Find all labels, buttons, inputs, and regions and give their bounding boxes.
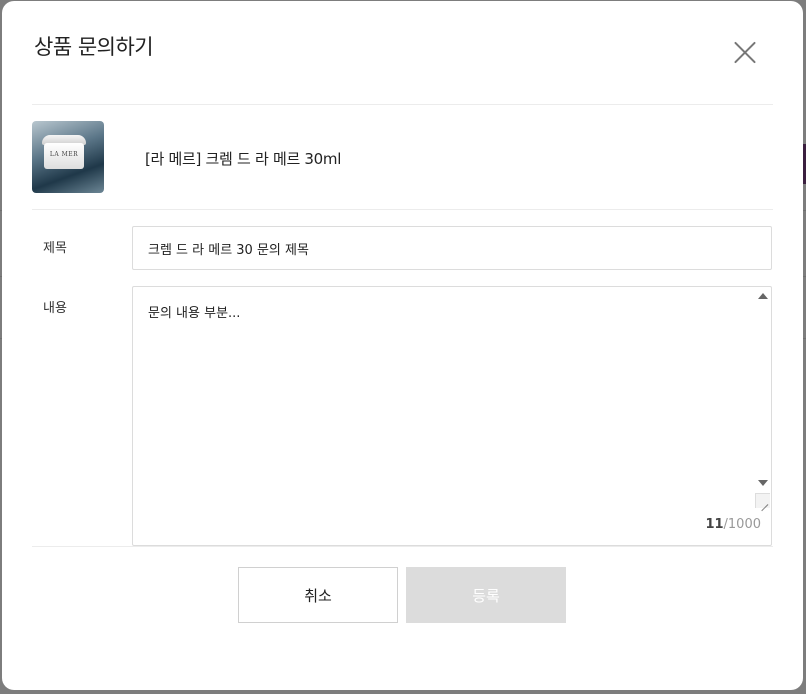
submit-button[interactable]: 등록 — [406, 567, 566, 623]
char-counter: 11/1000 — [705, 517, 761, 532]
cancel-button[interactable]: 취소 — [238, 567, 398, 623]
char-count-max: /1000 — [723, 517, 761, 532]
product-logo: LA MER — [49, 151, 79, 158]
product-divider — [32, 209, 773, 210]
inquiry-modal: 상품 문의하기 LA MER [라 메르] 크렘 드 라 메르 30ml 제목 … — [2, 1, 803, 690]
header-divider — [32, 104, 773, 105]
close-icon[interactable] — [730, 37, 760, 67]
modal-title: 상품 문의하기 — [34, 35, 154, 59]
content-field: 문의 내용 부분... 11/1000 — [132, 286, 772, 546]
product-thumbnail: LA MER — [32, 121, 104, 193]
title-input[interactable] — [132, 226, 772, 270]
char-count-current: 11 — [705, 517, 724, 532]
scroll-down-arrow-icon[interactable] — [758, 480, 768, 486]
content-textarea[interactable]: 문의 내용 부분... — [133, 287, 753, 507]
form-divider — [32, 546, 773, 547]
title-label: 제목 — [43, 241, 67, 256]
content-label: 내용 — [43, 301, 67, 316]
product-name: [라 메르] 크렘 드 라 메르 30ml — [145, 150, 342, 168]
resize-handle-icon[interactable] — [755, 493, 770, 508]
scroll-up-arrow-icon[interactable] — [758, 293, 768, 299]
